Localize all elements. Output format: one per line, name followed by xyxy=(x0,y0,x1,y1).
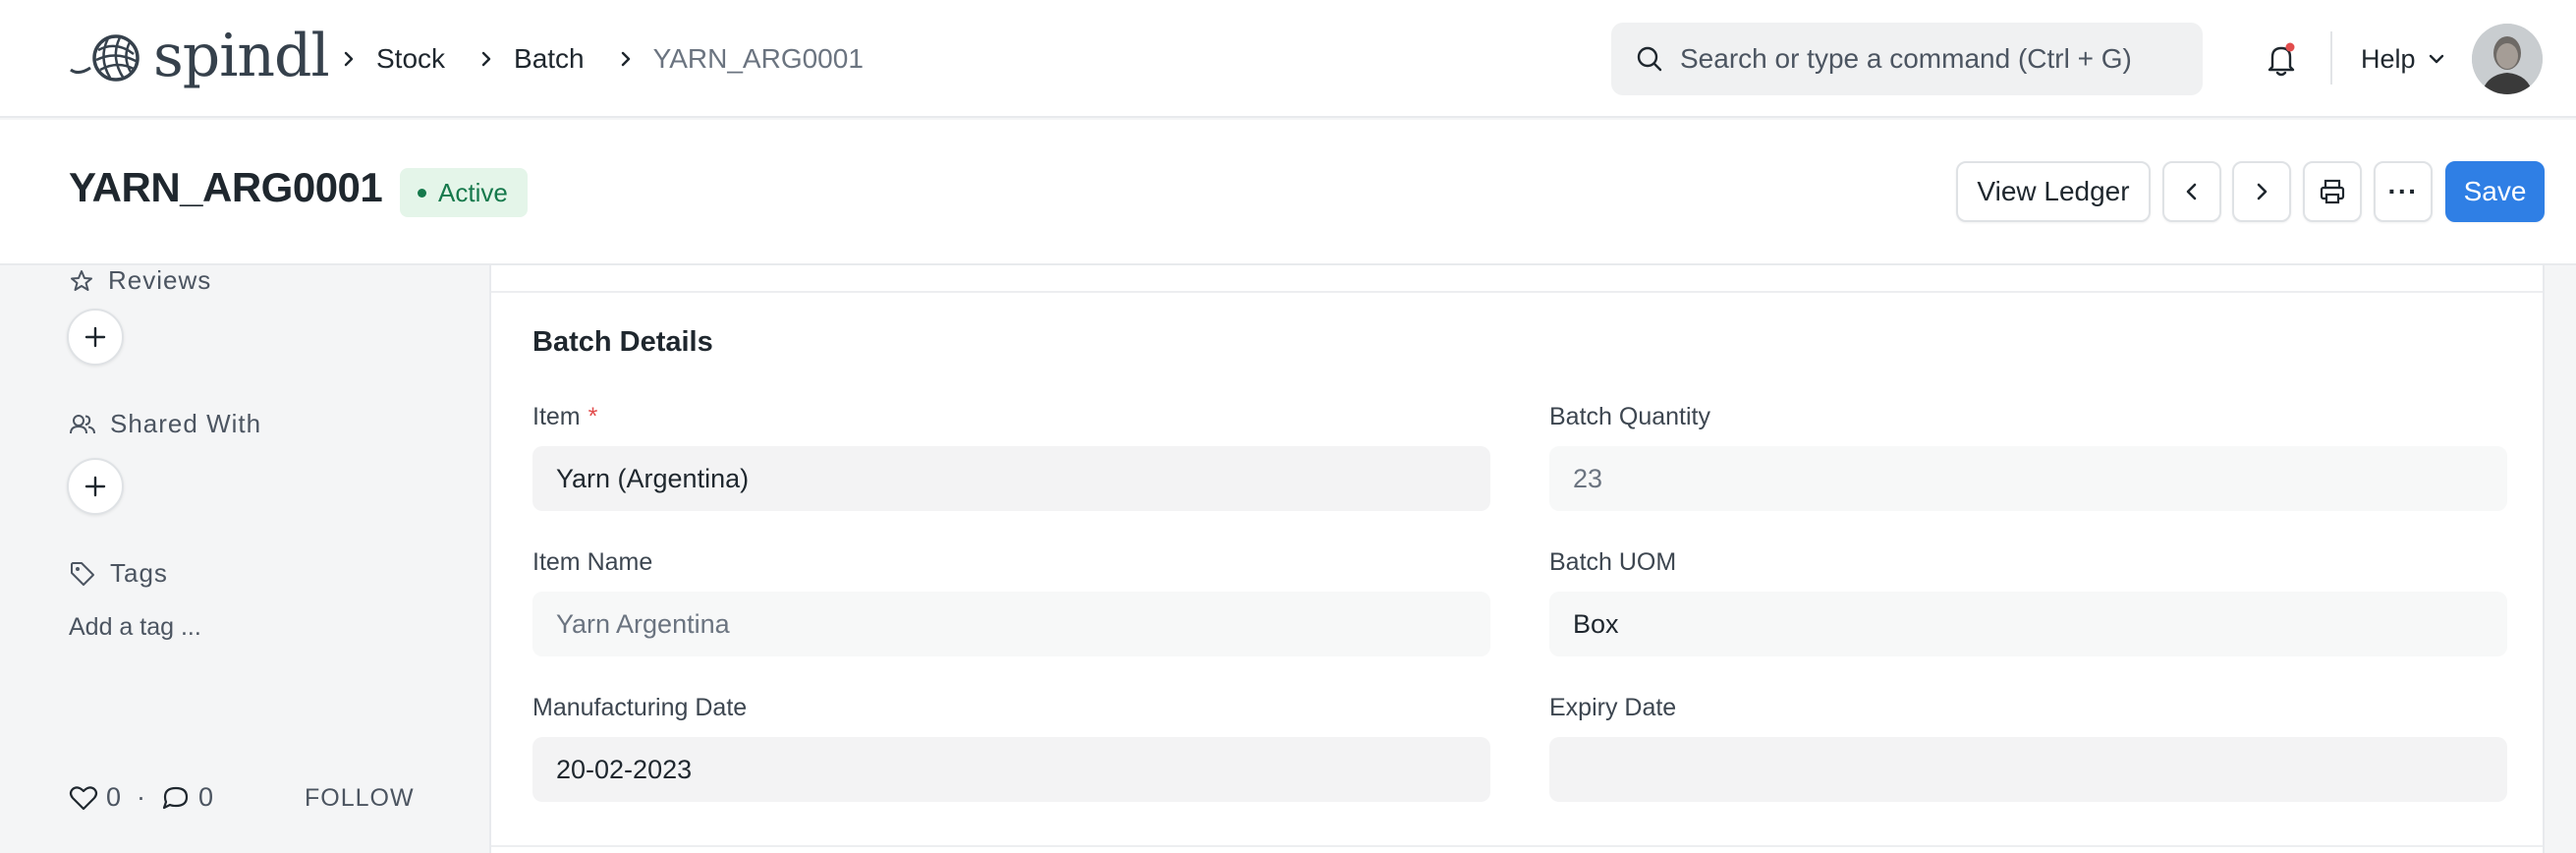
star-icon xyxy=(71,269,92,291)
breadcrumb-current[interactable]: YARN_ARG0001 xyxy=(653,43,864,75)
chevron-right-icon xyxy=(467,39,506,79)
separator-dot: · xyxy=(137,782,146,812)
shared-with-section-label: Shared With xyxy=(69,409,261,439)
manufacturing-date-field[interactable]: 20-02-2023 xyxy=(532,737,1490,802)
chevron-right-icon xyxy=(329,39,368,79)
page-title: YARN_ARG0001 xyxy=(69,164,383,210)
help-dropdown[interactable]: Help xyxy=(2361,39,2449,79)
breadcrumb-stock[interactable]: Stock xyxy=(376,43,445,75)
tags-label: Tags xyxy=(110,558,168,588)
chevron-right-icon xyxy=(606,39,645,79)
view-ledger-button[interactable]: View Ledger xyxy=(1956,161,2151,222)
likes-count: 0 xyxy=(106,782,122,812)
chevron-left-icon xyxy=(2186,183,2197,200)
manufacturing-date-label: Manufacturing Date xyxy=(532,694,748,721)
heart-icon[interactable] xyxy=(69,784,98,812)
save-button[interactable]: Save xyxy=(2445,161,2545,222)
search-input[interactable] xyxy=(1680,43,2191,75)
item-field-label: Item * xyxy=(532,403,597,431)
batch-quantity-label: Batch Quantity xyxy=(1549,403,1710,430)
section-title-batch-details: Batch Details xyxy=(532,326,713,358)
shared-with-label: Shared With xyxy=(110,409,262,438)
print-button[interactable] xyxy=(2303,161,2362,222)
page-head: YARN_ARG0001 Active View Ledger ··· Save xyxy=(0,120,2576,265)
logo-text: spindl xyxy=(153,22,330,90)
section-divider xyxy=(491,291,2543,293)
required-indicator: * xyxy=(588,403,598,430)
form-card: Batch Details Item * Yarn (Argentina) Bat… xyxy=(489,265,2545,853)
tags-section-label: Tags xyxy=(69,558,168,589)
help-label: Help xyxy=(2361,43,2416,74)
batch-uom-field[interactable]: Box xyxy=(1549,592,2507,656)
more-actions-button[interactable]: ··· xyxy=(2374,161,2433,222)
expiry-date-label: Expiry Date xyxy=(1549,694,1677,721)
comments-count: 0 xyxy=(198,782,214,812)
status-badge: Active xyxy=(400,168,528,217)
search-icon xyxy=(1637,46,1662,72)
batch-quantity-field[interactable]: 23 xyxy=(1549,446,2507,511)
notification-bell-icon[interactable] xyxy=(2262,39,2301,79)
navbar-divider xyxy=(2330,31,2332,85)
user-avatar[interactable] xyxy=(2472,24,2543,94)
previous-record-button[interactable] xyxy=(2162,161,2221,222)
batch-uom-label: Batch UOM xyxy=(1549,548,1677,576)
plus-icon xyxy=(84,476,106,497)
breadcrumb: Stock Batch YARN_ARG0001 xyxy=(329,39,864,79)
section-divider xyxy=(491,845,2543,847)
engagement-counts: 0 · 0 xyxy=(69,782,213,813)
form-sidebar: Reviews Shared With Tags Add a tag ... 0… xyxy=(0,265,489,853)
reviews-section-label: Reviews xyxy=(69,265,211,296)
navbar: spindl Stock Batch YARN_ARG0001 Help xyxy=(0,0,2576,118)
item-label-text: Item xyxy=(532,403,581,430)
app-logo[interactable]: spindl xyxy=(69,22,330,90)
plus-icon xyxy=(84,326,106,348)
search-bar[interactable] xyxy=(1611,23,2203,95)
tag-icon xyxy=(71,561,94,586)
status-label: Active xyxy=(438,177,508,207)
item-name-label: Item Name xyxy=(532,548,653,576)
add-share-button[interactable] xyxy=(67,458,124,515)
item-field[interactable]: Yarn (Argentina) xyxy=(532,446,1490,511)
comment-icon[interactable] xyxy=(161,784,191,812)
yarn-ball-icon xyxy=(70,34,140,82)
item-name-field[interactable]: Yarn Argentina xyxy=(532,592,1490,656)
breadcrumb-batch[interactable]: Batch xyxy=(514,43,585,75)
status-dot-icon xyxy=(418,188,426,198)
chevron-right-icon xyxy=(2257,183,2268,200)
follow-button[interactable]: FOLLOW xyxy=(305,784,415,813)
add-review-button[interactable] xyxy=(67,309,124,366)
add-tag-link[interactable]: Add a tag ... xyxy=(69,613,201,642)
users-icon xyxy=(70,414,95,433)
reviews-label: Reviews xyxy=(108,265,212,295)
printer-icon xyxy=(2320,179,2345,204)
expiry-date-field[interactable] xyxy=(1549,737,2507,802)
chevron-down-icon xyxy=(2429,54,2443,64)
next-record-button[interactable] xyxy=(2232,161,2291,222)
